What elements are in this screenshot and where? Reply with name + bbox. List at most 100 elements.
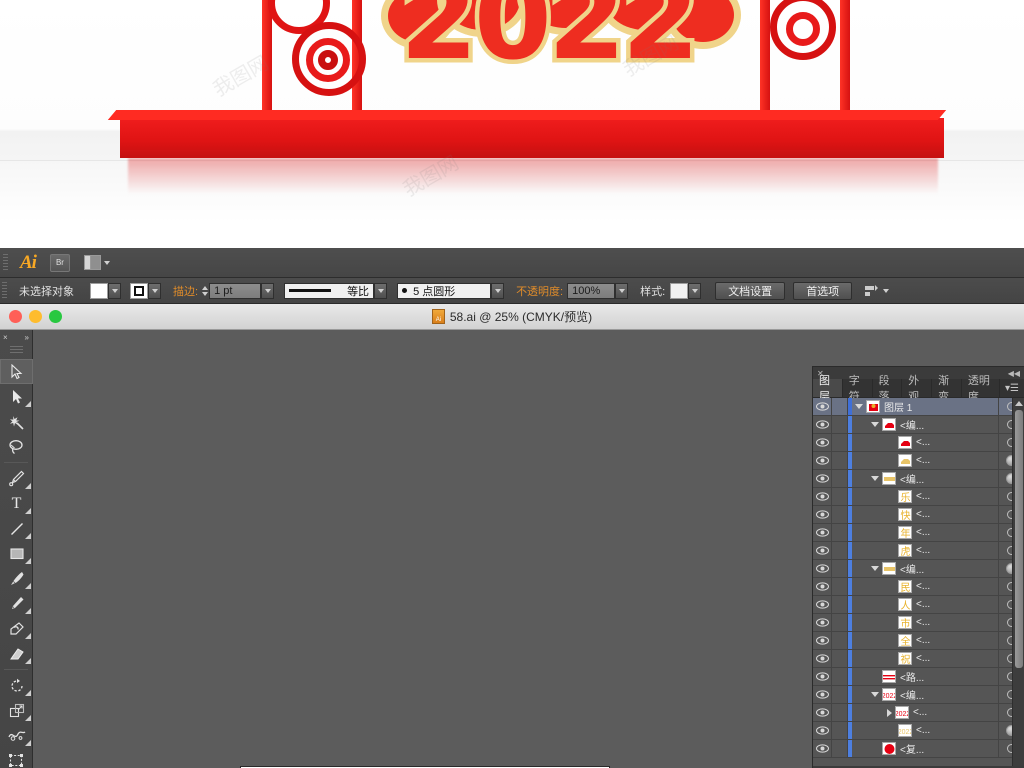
layer-row[interactable]: <编... [813,560,1024,578]
rotate-tool[interactable] [0,673,33,698]
layer-name[interactable]: <... [913,707,927,718]
pencil-tool[interactable] [0,591,33,616]
layer-name[interactable]: <编... [900,561,924,576]
tab-paragraph[interactable]: 段落 [873,375,903,403]
close-button[interactable] [9,310,22,323]
scroll-up-arrow[interactable] [1013,398,1024,409]
lock-toggle[interactable] [831,686,848,703]
visibility-eye-icon[interactable] [813,528,831,537]
layer-name[interactable]: <... [916,581,930,592]
free-transform-tool[interactable] [0,748,33,768]
stroke-swatch[interactable] [130,282,148,299]
stroke-dropdown[interactable] [148,282,161,299]
lock-toggle[interactable] [831,434,848,451]
align-dropdown-button[interactable] [864,284,890,298]
visibility-eye-icon[interactable] [813,636,831,645]
graphic-style-dropdown[interactable] [688,282,702,299]
stroke-profile-dropdown[interactable] [374,282,388,299]
layer-row[interactable]: 虎 <... [813,542,1024,560]
layer-name[interactable]: <... [916,527,930,538]
layers-list[interactable]: 图层 1 <编... <... <... <编... 乐 <... 快 <... 年 <... 虎 <.… [813,398,1024,766]
layer-name[interactable]: 图层 1 [884,399,912,414]
layers-scrollbar[interactable] [1012,398,1024,766]
layer-name[interactable]: <... [916,635,930,646]
lock-toggle[interactable] [831,398,848,415]
disclosure-triangle-down-icon[interactable] [871,566,879,571]
layer-name[interactable]: <... [916,599,930,610]
arrange-documents-button[interactable] [83,255,110,270]
lock-toggle[interactable] [831,470,848,487]
layer-name[interactable]: <... [916,725,930,736]
layer-row[interactable]: <复... [813,740,1024,758]
lock-toggle[interactable] [831,704,848,721]
paintbrush-tool[interactable] [0,566,33,591]
layer-name[interactable]: <编... [900,687,924,702]
bridge-button[interactable]: Br [49,253,70,272]
layer-row[interactable]: 乐 <... [813,488,1024,506]
lock-toggle[interactable] [831,542,848,559]
layer-row[interactable]: 市 <... [813,614,1024,632]
visibility-eye-icon[interactable] [813,708,831,717]
layer-name[interactable]: <编... [900,471,924,486]
lock-toggle[interactable] [831,740,848,757]
lock-toggle[interactable] [831,488,848,505]
visibility-eye-icon[interactable] [813,402,831,411]
stroke-profile-field[interactable]: 等比 [284,282,375,299]
rectangle-tool[interactable] [0,541,33,566]
lock-toggle[interactable] [831,614,848,631]
layer-row[interactable]: 祝 <... [813,650,1024,668]
visibility-eye-icon[interactable] [813,438,831,447]
visibility-eye-icon[interactable] [813,474,831,483]
fill-swatch[interactable] [90,282,108,299]
disclosure-triangle-down-icon[interactable] [871,476,879,481]
line-segment-tool[interactable] [0,516,33,541]
blob-brush-tool[interactable] [0,616,33,641]
layer-name[interactable]: <... [916,545,930,556]
document-setup-button[interactable]: 文档设置 [715,281,786,300]
disclosure-triangle-down-icon[interactable] [855,404,863,409]
lock-toggle[interactable] [831,506,848,523]
lock-toggle[interactable] [831,578,848,595]
layer-row[interactable]: 2022 <编... [813,686,1024,704]
layer-row[interactable]: 民 <... [813,578,1024,596]
brush-definition-dropdown[interactable] [491,282,505,299]
visibility-eye-icon[interactable] [813,492,831,501]
layer-row[interactable]: <编... [813,470,1024,488]
visibility-eye-icon[interactable] [813,672,831,681]
eraser-tool[interactable] [0,641,33,666]
visibility-eye-icon[interactable] [813,582,831,591]
visibility-eye-icon[interactable] [813,744,831,753]
disclosure-triangle-down-icon[interactable] [871,692,879,697]
stroke-weight-dropdown[interactable] [261,282,275,299]
controlbar-grip[interactable] [2,281,7,300]
layer-name[interactable]: <... [916,491,930,502]
lock-toggle[interactable] [831,650,848,667]
expand-panel-icon[interactable]: » [25,333,29,342]
visibility-eye-icon[interactable] [813,456,831,465]
graphic-style-swatch[interactable] [670,282,689,299]
layer-row[interactable]: 全 <... [813,632,1024,650]
layer-row[interactable]: <编... [813,416,1024,434]
layer-row[interactable]: <路... [813,668,1024,686]
panel-menu-icon[interactable]: ▾☰ [1000,379,1024,397]
collapse-panel-icon[interactable]: ◀◀ [1008,369,1020,378]
pen-tool[interactable] [0,466,33,491]
close-icon[interactable]: × [3,333,8,342]
layer-row[interactable]: 2022 <... [813,704,1024,722]
lock-toggle[interactable] [831,416,848,433]
fill-dropdown[interactable] [108,282,121,299]
disclosure-triangle-down-icon[interactable] [871,422,879,427]
visibility-eye-icon[interactable] [813,600,831,609]
visibility-eye-icon[interactable] [813,726,831,735]
preferences-button[interactable]: 首选项 [793,281,853,300]
layer-name[interactable]: <... [916,509,930,520]
layer-name[interactable]: <复... [900,741,924,756]
lock-toggle[interactable] [831,722,848,739]
layer-row[interactable]: 快 <... [813,506,1024,524]
lock-toggle[interactable] [831,560,848,577]
lasso-tool[interactable] [0,434,33,459]
layer-name[interactable]: <... [916,455,930,466]
layer-name[interactable]: <编... [900,417,924,432]
opacity-dropdown[interactable] [615,282,629,299]
magic-wand-tool[interactable] [0,409,33,434]
